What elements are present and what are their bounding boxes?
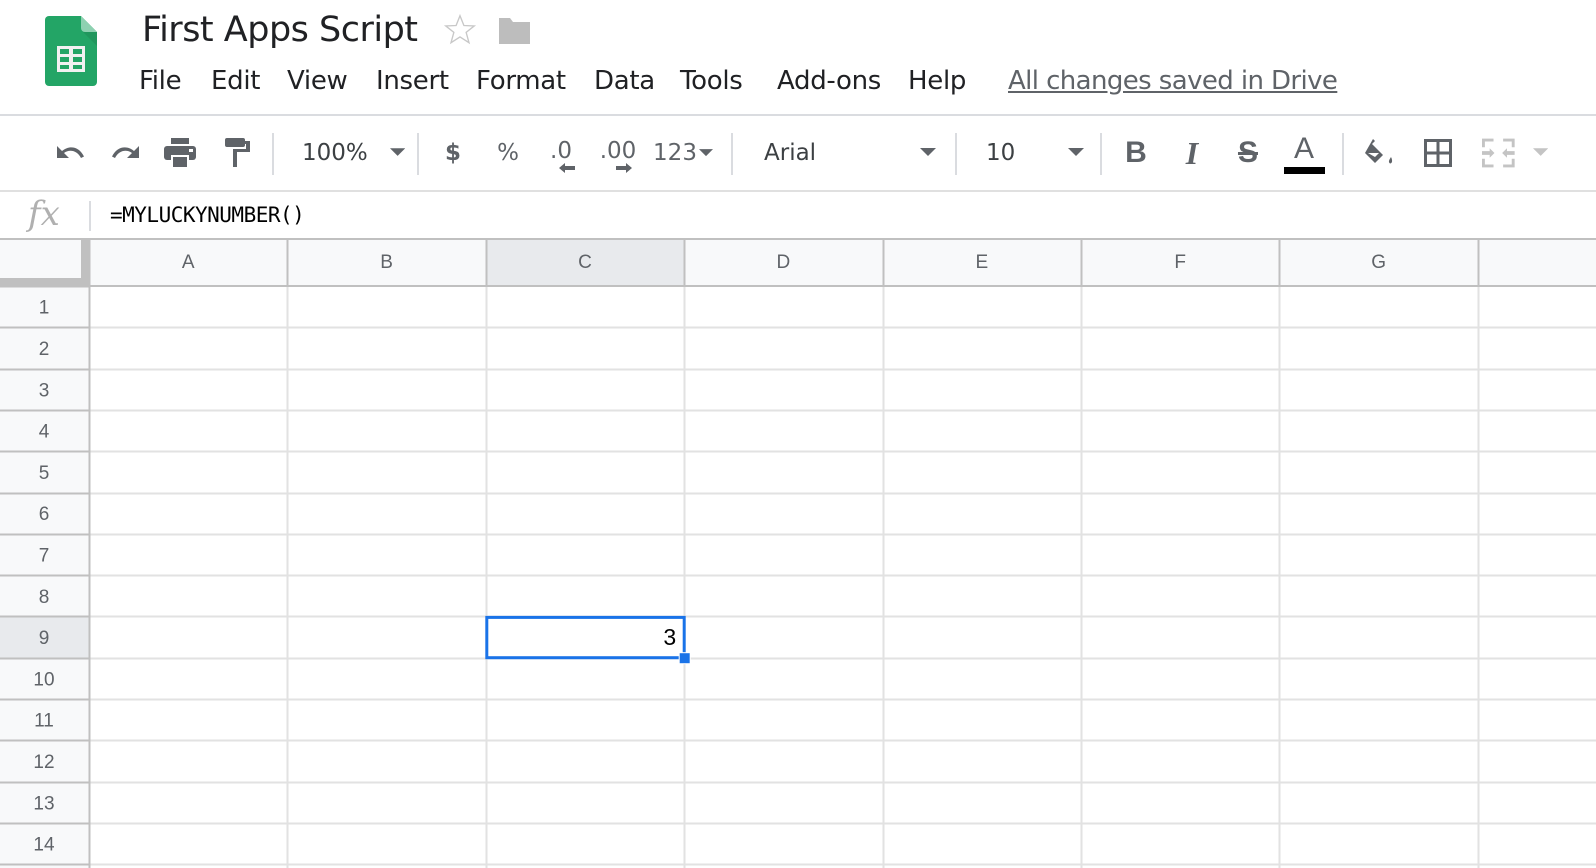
chevron-down-icon [698, 148, 713, 156]
divider [0, 190, 1596, 192]
text-color-swatch [1283, 166, 1325, 174]
paint-format-button[interactable] [218, 116, 258, 190]
star-icon[interactable] [442, 12, 478, 48]
paint-format-icon [225, 138, 250, 167]
row-header-4[interactable]: 4 [39, 422, 50, 443]
italic-button[interactable]: I [1172, 116, 1212, 190]
font-size-value: 10 [986, 140, 1016, 166]
row-header-9[interactable]: 9 [39, 628, 50, 649]
undo-icon [57, 146, 84, 158]
font-family-select[interactable]: Arial [750, 116, 945, 190]
arrow-right-icon [616, 163, 632, 173]
zoom-select[interactable]: 100% [290, 116, 405, 190]
bold-button[interactable]: B [1116, 116, 1156, 190]
fx-icon: fx [28, 194, 60, 234]
menu-help[interactable]: Help [908, 66, 966, 96]
row-header-2[interactable]: 2 [39, 339, 50, 360]
row-header-12[interactable]: 12 [33, 752, 54, 773]
decrease-decimal-button[interactable]: .0 [540, 116, 582, 190]
folder-icon[interactable] [497, 16, 532, 46]
column-header-d[interactable]: D [777, 252, 791, 273]
toolbar-separator [1100, 133, 1102, 175]
chevron-down-icon [920, 148, 936, 156]
column-header-e[interactable]: E [975, 252, 988, 273]
print-button[interactable] [160, 116, 200, 190]
formula-bar-separator [89, 201, 91, 231]
select-all-corner[interactable] [0, 240, 81, 278]
toolbar-separator [955, 133, 957, 175]
menu-edit[interactable]: Edit [211, 66, 260, 96]
selected-cell-border [485, 615, 686, 660]
row-header-6[interactable]: 6 [39, 504, 50, 525]
borders-icon [1424, 139, 1452, 167]
grid-canvas: A B C D E F G12345678910111213143 [0, 238, 1596, 868]
row-header-7[interactable]: 7 [39, 545, 50, 566]
fill-color-button[interactable] [1360, 116, 1400, 190]
cell-c9[interactable]: 3 [663, 624, 676, 650]
font-family-value: Arial [764, 140, 817, 166]
merge-cells-button[interactable] [1478, 116, 1548, 190]
column-header-a[interactable]: A [182, 252, 195, 273]
percent-format-button[interactable]: % [490, 116, 526, 190]
row-header-8[interactable]: 8 [39, 587, 50, 608]
menu-data[interactable]: Data [594, 66, 655, 96]
redo-button[interactable] [106, 116, 146, 190]
chevron-down-icon [389, 148, 405, 156]
save-status-link[interactable]: All changes saved in Drive [1008, 66, 1338, 96]
toolbar-separator [1342, 133, 1344, 175]
increase-decimal-button[interactable]: .00 [596, 116, 640, 190]
row-header-13[interactable]: 13 [33, 793, 54, 814]
toolbar-separator [731, 133, 733, 175]
row-header-11[interactable]: 11 [34, 711, 54, 732]
menu-tools[interactable]: Tools [680, 66, 743, 96]
merge-cells-icon [1482, 138, 1515, 168]
row-header-5[interactable]: 5 [39, 463, 50, 484]
menu-format[interactable]: Format [476, 66, 566, 96]
column-header-f[interactable]: F [1174, 252, 1186, 273]
redo-icon [112, 146, 139, 158]
text-color-button[interactable]: A [1282, 116, 1326, 190]
menu-file[interactable]: File [139, 66, 182, 96]
more-formats-button[interactable]: 123 [650, 116, 716, 190]
column-header-b[interactable]: B [380, 252, 393, 273]
strikethrough-button[interactable]: S [1228, 116, 1268, 190]
menu-insert[interactable]: Insert [376, 66, 449, 96]
chevron-down-icon [1068, 148, 1084, 156]
print-icon [164, 138, 196, 167]
spreadsheet-grid: A B C D E F G 1 2 3 4 5 6 7 8 9 10 11 12 13 14 3 [0, 238, 1596, 868]
sheets-logo-icon[interactable] [45, 16, 97, 86]
borders-button[interactable] [1418, 116, 1458, 190]
row-header-1[interactable]: 1 [39, 298, 50, 319]
menu-add-ons[interactable]: Add-ons [777, 66, 881, 96]
chevron-down-icon [1532, 148, 1548, 156]
menu-view[interactable]: View [287, 66, 348, 96]
fill-handle[interactable] [678, 652, 691, 665]
currency-format-button[interactable]: $ [435, 116, 471, 190]
row-header-14[interactable]: 14 [33, 835, 55, 856]
font-size-select[interactable]: 10 [972, 116, 1092, 190]
formula-input[interactable]: =MYLUCKYNUMBER() [110, 200, 305, 230]
freeze-row-handle[interactable] [0, 278, 89, 286]
column-header-g[interactable]: G [1371, 252, 1386, 273]
toolbar-separator [417, 133, 419, 175]
column-header-c[interactable]: C [578, 252, 592, 273]
document-title[interactable]: First Apps Script [142, 10, 418, 50]
undo-button[interactable] [50, 116, 90, 190]
fill-color-icon [1365, 139, 1393, 164]
zoom-value: 100% [302, 140, 368, 166]
toolbar: 100% $ % .0 .00 123 Arial 10 B I S A [0, 116, 1596, 190]
toolbar-separator [272, 133, 274, 175]
row-header-10[interactable]: 10 [33, 669, 54, 690]
column-header-bar [0, 238, 1596, 286]
row-header-3[interactable]: 3 [39, 380, 50, 401]
arrow-left-icon [559, 163, 575, 173]
